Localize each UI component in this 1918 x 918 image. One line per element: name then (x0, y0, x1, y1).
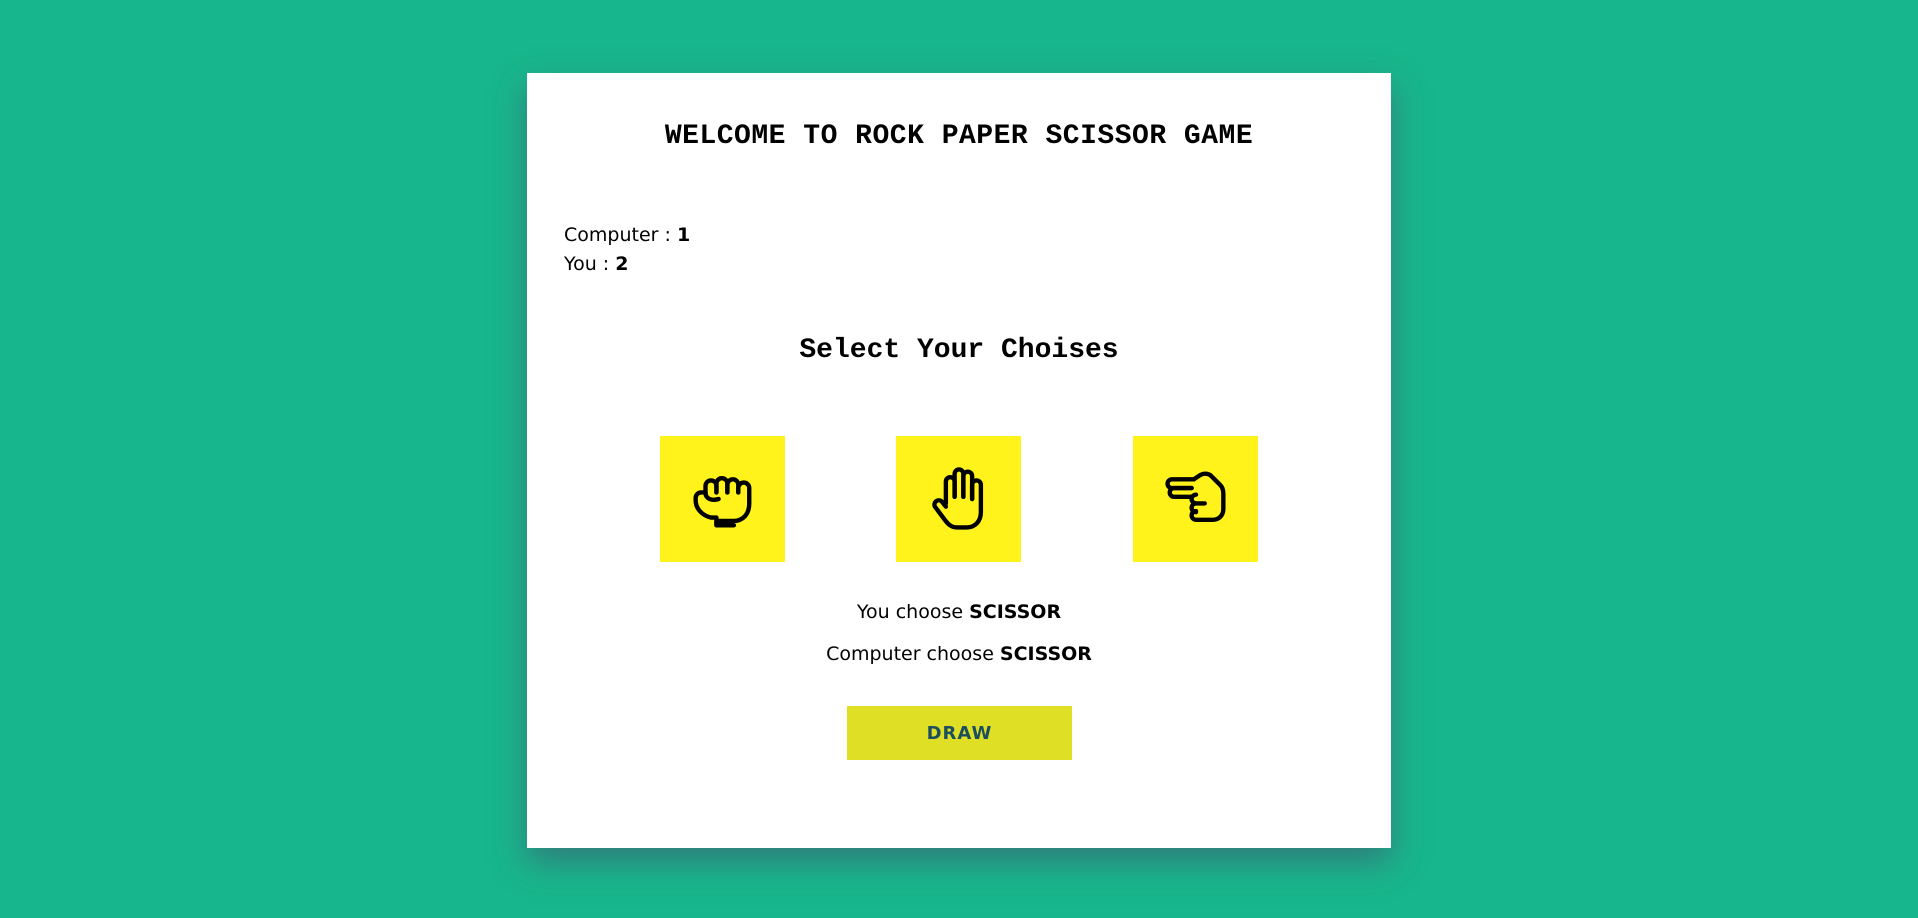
scissor-choice-button[interactable] (1133, 436, 1258, 562)
computer-score-value: 1 (676, 224, 691, 246)
you-score-row: You : 2 (564, 250, 690, 279)
player-choice-label: You choose (856, 601, 970, 623)
player-choice-result: You choose SCISSOR (527, 601, 1391, 623)
scissor-hand-icon (1164, 471, 1226, 522)
rock-choice-button[interactable] (660, 436, 785, 562)
page-title: WELCOME TO ROCK PAPER SCISSOR GAME (664, 121, 1254, 152)
paper-choice-button[interactable] (896, 436, 1021, 562)
computer-score-row: Computer : 1 (564, 221, 690, 250)
you-score-value: 2 (615, 253, 629, 275)
you-score-label: You : (564, 253, 616, 275)
computer-choice-result: Computer choose SCISSOR (527, 643, 1391, 665)
computer-choice-value: SCISSOR (999, 643, 1092, 665)
player-choice-value: SCISSOR (969, 601, 1062, 623)
computer-score-label: Computer : (564, 224, 677, 246)
game-card: WELCOME TO ROCK PAPER SCISSOR GAME Compu… (527, 73, 1391, 848)
choices-heading: Select Your Choises (799, 335, 1119, 366)
outcome-button[interactable]: DRAW (847, 706, 1072, 760)
scoreboard: Computer : 1 You : 2 (564, 221, 690, 279)
fist-icon (692, 476, 751, 528)
computer-choice-label: Computer choose (826, 643, 1000, 665)
open-hand-icon (931, 467, 983, 530)
